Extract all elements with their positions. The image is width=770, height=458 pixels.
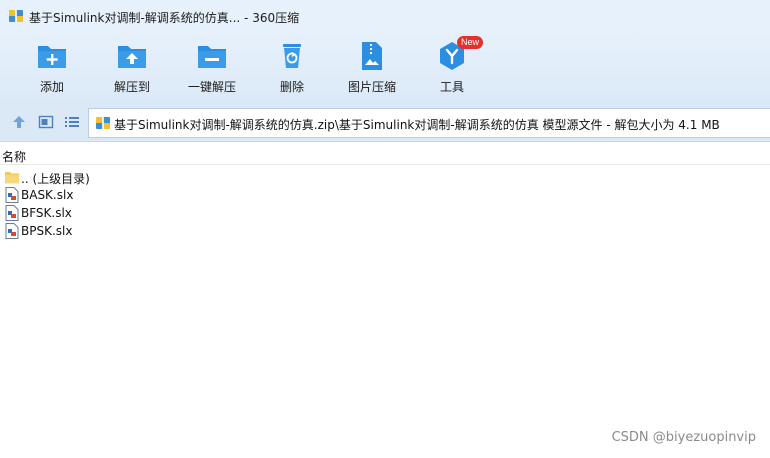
extract-to-label: 解压到 — [113, 80, 150, 94]
list-header: 名称 — [0, 143, 770, 165]
image-compress-button[interactable]: 图片压缩 — [335, 38, 409, 98]
extract-to-button[interactable]: 解压到 — [95, 38, 169, 98]
file-icon — [5, 205, 19, 221]
list-item-bask[interactable]: BASK.slx — [0, 186, 770, 204]
list-view-icon[interactable] — [64, 114, 80, 130]
archive-file-icon — [96, 117, 110, 129]
preview-pane-icon[interactable] — [38, 114, 54, 130]
folder-icon — [5, 172, 19, 184]
image-compress-label: 图片压缩 — [347, 80, 396, 94]
tools-button[interactable]: New 工具 — [415, 36, 489, 98]
add-folder-icon — [38, 46, 66, 68]
address-bar[interactable]: 基于Simulink对调制-解调系统的仿真.zip\基于Simulink对调制-… — [88, 108, 770, 138]
list-item-bpsk[interactable]: BPSK.slx — [0, 222, 770, 240]
archive-app-icon — [9, 10, 23, 22]
window-title: 基于Simulink对调制-解调系统的仿真... - 360压缩 — [29, 11, 300, 25]
add-button[interactable]: 添加 — [15, 38, 89, 98]
toolbar: 添加 解压到 一键解压 删除 图片压缩 New 工具 — [0, 32, 770, 102]
list-item-parent-dir[interactable]: .. (上级目录) — [0, 168, 770, 186]
extract-to-icon — [118, 46, 146, 68]
file-icon — [5, 187, 19, 203]
delete-button[interactable]: 删除 — [255, 38, 329, 98]
up-arrow-icon[interactable] — [11, 114, 27, 130]
one-click-extract-icon — [198, 46, 226, 68]
tools-label: 工具 — [439, 80, 464, 94]
one-click-extract-label: 一键解压 — [187, 80, 236, 94]
delete-label: 删除 — [279, 80, 304, 94]
list-item-label: .. (上级目录) — [21, 172, 90, 186]
image-compress-icon — [362, 42, 382, 70]
list-item-bfsk[interactable]: BFSK.slx — [0, 204, 770, 222]
file-icon — [5, 223, 19, 239]
list-item-label: BASK.slx — [21, 188, 74, 202]
list-item-label: BPSK.slx — [21, 224, 73, 238]
one-click-extract-button[interactable]: 一键解压 — [175, 38, 249, 98]
new-badge: New — [457, 36, 484, 49]
list-item-label: BFSK.slx — [21, 206, 72, 220]
column-header-name[interactable]: 名称 — [2, 148, 26, 165]
address-path: 基于Simulink对调制-解调系统的仿真.zip\基于Simulink对调制-… — [114, 118, 720, 132]
title-bar: 基于Simulink对调制-解调系统的仿真... - 360压缩 — [0, 0, 770, 32]
file-list: .. (上级目录) BASK.slx BFSK.slx BPSK.slx — [0, 168, 770, 240]
address-row: 基于Simulink对调制-解调系统的仿真.zip\基于Simulink对调制-… — [0, 102, 770, 142]
watermark: CSDN @biyezuopinvip — [611, 430, 756, 445]
recycle-bin-icon — [283, 44, 301, 68]
add-label: 添加 — [39, 80, 64, 94]
archive-window: 基于Simulink对调制-解调系统的仿真... - 360压缩 添加 解压到 — [0, 0, 770, 458]
